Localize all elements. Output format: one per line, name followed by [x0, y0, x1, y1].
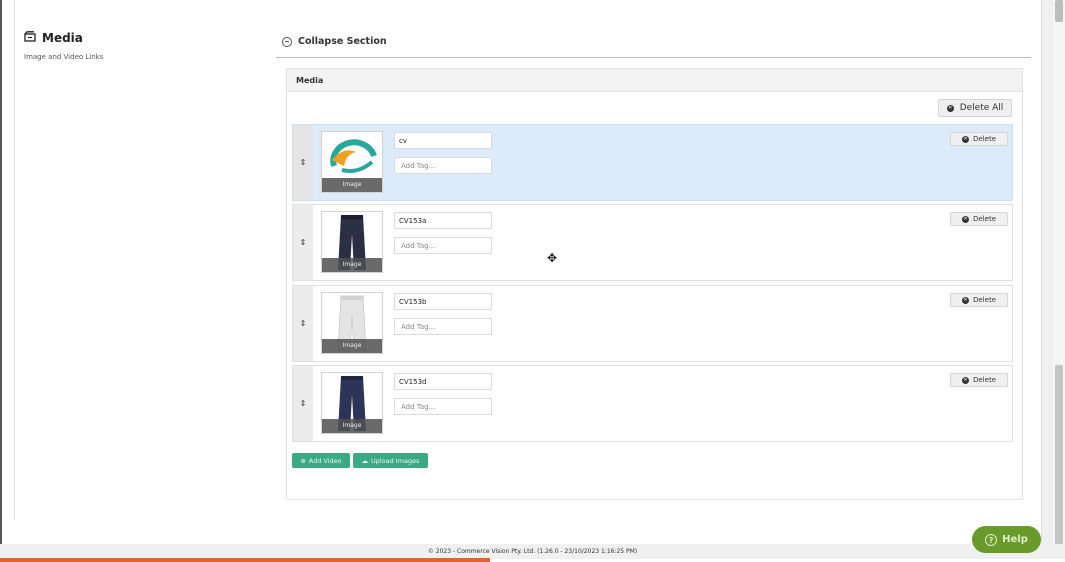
close-icon: ✕	[962, 296, 969, 304]
section-divider	[276, 57, 1031, 58]
plus-icon: ⊕	[300, 456, 306, 465]
window-edge	[0, 0, 2, 562]
drag-handle-icon[interactable]: ⇕	[293, 205, 313, 280]
add-tag-input[interactable]: Add Tag...	[394, 398, 492, 415]
collapse-icon	[282, 36, 292, 47]
section-title: Media	[42, 31, 83, 45]
cv-logo-image	[330, 139, 377, 173]
help-label: Help	[1002, 534, 1028, 545]
loading-progress-bar	[0, 558, 490, 562]
section-heading: Media Image and Video Links	[24, 31, 103, 61]
media-thumbnail[interactable]: Image	[321, 211, 383, 273]
file-name-field[interactable]: CV153d	[394, 373, 492, 390]
close-icon: ✕	[962, 376, 969, 384]
media-row[interactable]: ⇕ Image CV153d Add Tag... ✕ Delete	[292, 365, 1013, 442]
scrollbar-thumb[interactable]	[1055, 365, 1063, 548]
media-row[interactable]: ⇕ Image CV153a Add Tag... ✕ Delete	[292, 204, 1013, 281]
drag-handle-icon[interactable]: ⇕	[293, 366, 313, 441]
section-title-row: Media	[24, 31, 103, 45]
add-tag-input[interactable]: Add Tag...	[394, 157, 492, 174]
footer-text: © 2023 - Commerce Vision Pty. Ltd. (1.26…	[0, 544, 1065, 559]
delete-label: Delete	[973, 215, 996, 223]
thumbnail-label: Image	[322, 339, 382, 353]
media-thumbnail[interactable]: Image	[321, 292, 383, 354]
add-video-button[interactable]: ⊕ Add Video	[292, 453, 350, 468]
delete-all-label: Delete All	[959, 103, 1004, 113]
delete-button[interactable]: ✕ Delete	[950, 132, 1008, 146]
collapse-section-toggle[interactable]: Collapse Section	[282, 36, 387, 47]
move-cursor-icon: ✥	[547, 251, 558, 265]
file-name-field[interactable]: cv	[394, 132, 492, 149]
delete-label: Delete	[973, 376, 996, 384]
close-icon: ✕	[946, 104, 954, 112]
media-row[interactable]: ⇕ Image cv Add Tag... ✕ Delete	[292, 124, 1013, 201]
media-thumbnail[interactable]: Image	[321, 131, 383, 193]
add-tag-input[interactable]: Add Tag...	[394, 237, 492, 254]
add-video-label: Add Video	[308, 456, 342, 465]
scrollbar-thumb-top[interactable]	[1055, 0, 1063, 22]
delete-button[interactable]: ✕ Delete	[950, 293, 1008, 307]
close-icon: ✕	[962, 215, 969, 223]
upload-icon: ☁	[361, 456, 368, 465]
delete-button[interactable]: ✕ Delete	[950, 373, 1008, 387]
media-icon	[24, 31, 36, 45]
close-icon: ✕	[962, 135, 969, 143]
add-tag-input[interactable]: Add Tag...	[394, 318, 492, 335]
media-row[interactable]: ⇕ Image CV153b Add Tag... ✕ Delete	[292, 285, 1013, 362]
thumbnail-label: Image	[322, 419, 382, 433]
thumbnail-label: Image	[322, 178, 382, 192]
upload-images-button[interactable]: ☁ Upload Images	[353, 453, 428, 468]
thumbnail-label: Image	[322, 258, 382, 272]
file-name-field[interactable]: CV153a	[394, 212, 492, 229]
delete-label: Delete	[973, 296, 996, 304]
delete-button[interactable]: ✕ Delete	[950, 212, 1008, 226]
delete-label: Delete	[973, 135, 996, 143]
media-thumbnail[interactable]: Image	[321, 372, 383, 434]
drag-handle-icon[interactable]: ⇕	[293, 125, 313, 200]
question-icon: ?	[985, 533, 998, 546]
drag-handle-icon[interactable]: ⇕	[293, 286, 313, 361]
file-name-field[interactable]: CV153b	[394, 293, 492, 310]
media-panel-header: Media	[287, 69, 1022, 92]
help-button[interactable]: ? Help	[972, 526, 1041, 553]
delete-all-button[interactable]: ✕ Delete All	[938, 99, 1012, 117]
collapse-label: Collapse Section	[298, 36, 387, 47]
upload-images-label: Upload Images	[370, 456, 420, 465]
sidebar-divider	[14, 0, 15, 520]
section-subtitle: Image and Video Links	[24, 53, 104, 61]
